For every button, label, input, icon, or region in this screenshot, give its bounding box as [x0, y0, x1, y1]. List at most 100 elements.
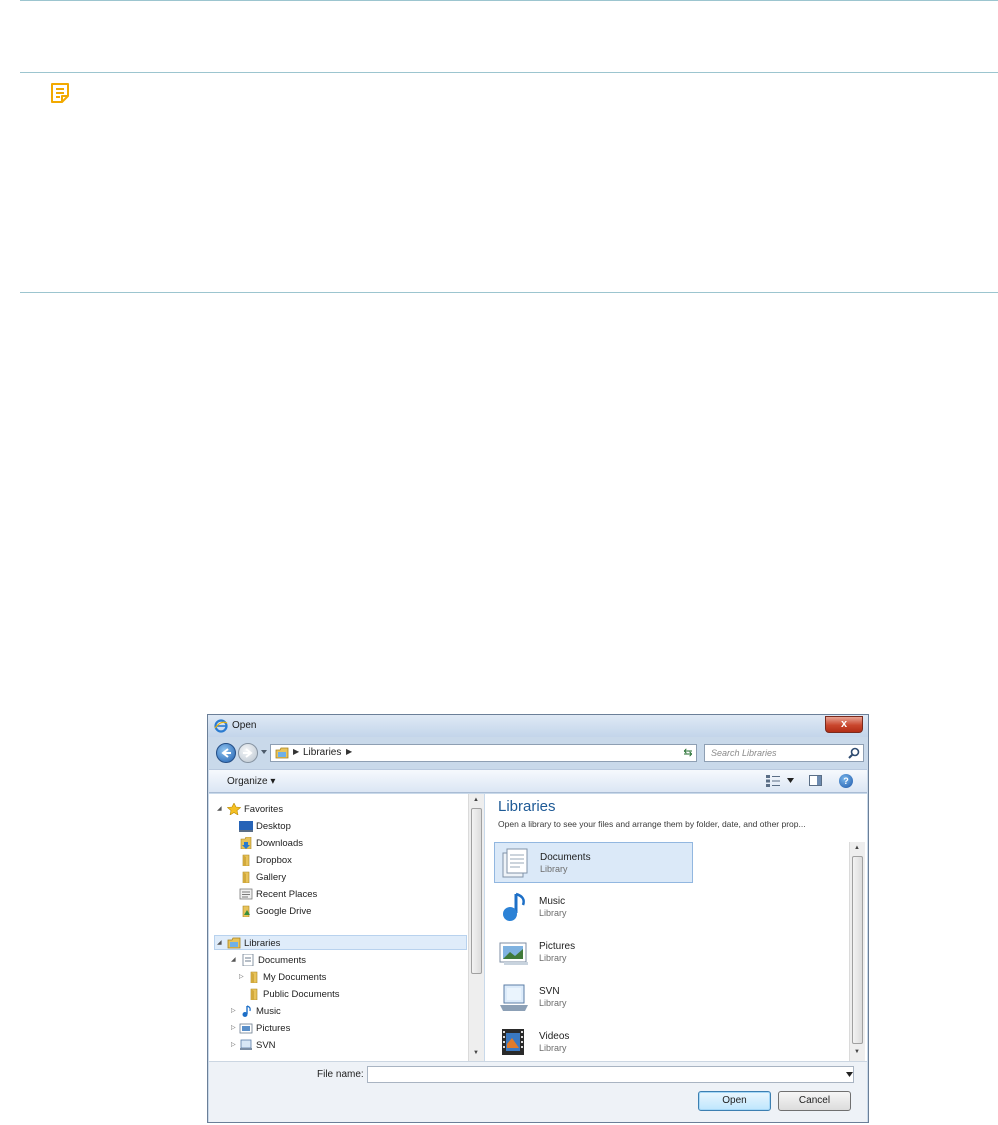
- libraries-icon: [227, 937, 241, 949]
- dialog-footer: File name: Open Cancel: [209, 1061, 867, 1122]
- recent-locations-chevron-icon[interactable]: [260, 748, 268, 756]
- library-type: Library: [540, 864, 568, 874]
- search-placeholder: Search Libraries: [711, 748, 777, 758]
- tree-item-label: Dropbox: [256, 855, 292, 866]
- folder-icon: [242, 871, 250, 883]
- scroll-up-arrow-icon[interactable]: ▲: [473, 797, 479, 803]
- search-input[interactable]: Search Libraries: [704, 744, 864, 762]
- organize-menu-button[interactable]: Organize ▾: [227, 776, 275, 787]
- desktop-icon: [239, 821, 253, 832]
- scrollbar-thumb[interactable]: [852, 856, 863, 1044]
- tree-item-label: Libraries: [244, 938, 281, 949]
- tree-item-label: Favorites: [244, 804, 284, 815]
- collapse-arrow-icon[interactable]: ◢: [217, 802, 225, 817]
- library-type: Library: [539, 998, 567, 1008]
- view-options-dropdown-icon[interactable]: [787, 778, 794, 783]
- folder-icon: [250, 971, 258, 983]
- scroll-down-arrow-icon[interactable]: ▼: [473, 1050, 479, 1056]
- file-name-label: File name:: [317, 1069, 364, 1080]
- library-name: SVN: [539, 986, 560, 997]
- tree-item-label: SVN: [256, 1040, 276, 1051]
- downloads-folder-icon: [240, 837, 252, 849]
- library-name: Documents: [540, 852, 591, 863]
- svn-icon: [240, 1039, 252, 1050]
- tree-item-label: Google Drive: [256, 906, 312, 917]
- expand-arrow-icon[interactable]: ▷: [231, 1004, 239, 1019]
- scroll-up-arrow-icon[interactable]: ▲: [854, 845, 860, 851]
- collapse-arrow-icon[interactable]: ◢: [217, 936, 225, 951]
- address-bar[interactable]: ▶ Libraries ▶: [270, 744, 735, 762]
- forward-button[interactable]: [238, 743, 258, 763]
- top-divider: [20, 0, 998, 1]
- tree-item-label: Recent Places: [256, 889, 318, 900]
- preview-pane-icon[interactable]: [809, 775, 822, 786]
- back-button[interactable]: [216, 743, 236, 763]
- pictures-icon: [239, 1023, 253, 1034]
- library-type: Library: [539, 1043, 567, 1053]
- google-drive-icon: [242, 905, 250, 917]
- library-type: Library: [539, 908, 567, 918]
- tree-item-label: Desktop: [256, 821, 291, 832]
- scroll-down-arrow-icon[interactable]: ▼: [854, 1049, 860, 1055]
- navigation-pane: ◢ Favorites Desktop Downloads Dropbox Ga…: [209, 794, 484, 1061]
- collapse-arrow-icon[interactable]: ◢: [231, 953, 239, 968]
- library-item-videos[interactable]: Videos Library: [494, 1022, 693, 1063]
- cancel-button[interactable]: Cancel: [778, 1091, 851, 1111]
- library-item-documents[interactable]: Documents Library: [494, 842, 693, 883]
- expand-arrow-icon[interactable]: ▷: [239, 970, 247, 985]
- close-button[interactable]: x: [825, 716, 863, 733]
- documents-library-icon: [502, 848, 528, 878]
- library-type: Library: [539, 953, 567, 963]
- tree-item-label: Gallery: [256, 872, 287, 883]
- tree-item-label: Pictures: [256, 1023, 291, 1034]
- note-icon: [49, 82, 73, 106]
- navigation-bar: ▶ Libraries ▶ ⇆ Search Libraries: [208, 739, 868, 767]
- file-name-dropdown-icon[interactable]: [846, 1072, 853, 1077]
- pictures-library-icon: [499, 942, 528, 965]
- tree-item-label: Downloads: [256, 838, 303, 849]
- content-pane-scrollbar[interactable]: ▲ ▼: [849, 842, 865, 1061]
- expand-arrow-icon[interactable]: ▷: [231, 1038, 239, 1053]
- tree-item-label: Public Documents: [263, 989, 340, 1000]
- open-button[interactable]: Open: [698, 1091, 771, 1111]
- search-icon[interactable]: [848, 747, 860, 759]
- tree-item-label: My Documents: [263, 972, 327, 983]
- library-item-music[interactable]: Music Library: [494, 887, 693, 928]
- content-pane: Libraries Open a library to see your fil…: [485, 794, 867, 1061]
- open-dialog: Open x ▶ Libraries ▶ ⇆ Search Libraries …: [207, 714, 869, 1123]
- music-icon: [242, 1005, 251, 1017]
- note-top-divider: [20, 72, 998, 73]
- expand-arrow-icon[interactable]: ▷: [231, 1021, 239, 1036]
- content-description: Open a library to see your files and arr…: [498, 819, 806, 829]
- documents-library-icon: [242, 954, 254, 966]
- library-name: Music: [539, 896, 566, 907]
- dialog-title: Open: [232, 720, 257, 731]
- library-item-pictures[interactable]: Pictures Library: [494, 932, 693, 973]
- breadcrumb-chevron-icon[interactable]: ▶: [293, 747, 299, 756]
- breadcrumb-libraries[interactable]: Libraries: [303, 747, 341, 758]
- music-library-icon: [503, 892, 525, 921]
- recent-places-icon: [239, 888, 253, 900]
- tree-item-label: Music: [256, 1006, 281, 1017]
- videos-library-icon: [502, 1029, 524, 1055]
- command-toolbar: Organize ▾ ?: [209, 769, 867, 793]
- breadcrumb-chevron-icon[interactable]: ▶: [346, 747, 352, 756]
- dialog-titlebar: Open x: [208, 715, 868, 737]
- library-item-svn[interactable]: SVN Library: [494, 977, 693, 1018]
- library-name: Pictures: [539, 941, 576, 952]
- svn-library-icon: [500, 984, 528, 1011]
- scrollbar-thumb[interactable]: [471, 808, 482, 974]
- tree-item-label: Documents: [258, 955, 307, 966]
- note-bottom-divider: [20, 292, 998, 293]
- file-name-input[interactable]: [367, 1066, 854, 1083]
- help-icon[interactable]: ?: [839, 774, 853, 788]
- change-view-icon[interactable]: [766, 775, 780, 787]
- libraries-folder-icon: [275, 747, 289, 759]
- internet-explorer-icon: [214, 719, 228, 733]
- folder-icon: [242, 854, 250, 866]
- star-icon: [227, 803, 241, 815]
- folder-icon: [250, 988, 258, 1000]
- refresh-icon[interactable]: ⇆: [680, 745, 696, 761]
- content-heading: Libraries: [498, 798, 556, 815]
- navigation-pane-scrollbar[interactable]: ▲ ▼: [468, 794, 484, 1061]
